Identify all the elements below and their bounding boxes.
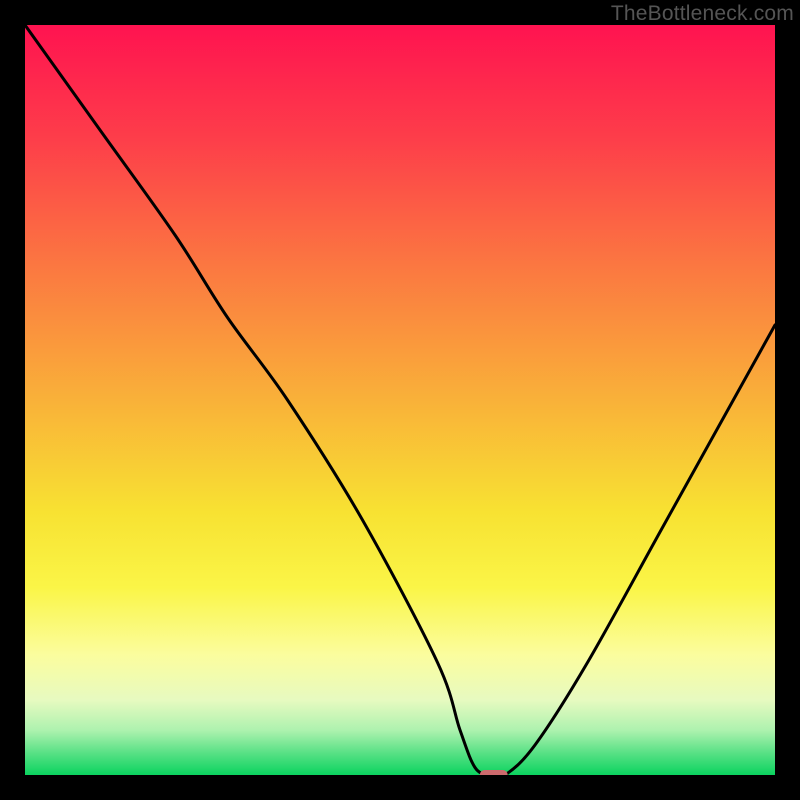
watermark-label: TheBottleneck.com — [611, 2, 794, 26]
optimal-marker — [480, 770, 508, 775]
gradient-background — [25, 25, 775, 775]
bottleneck-chart — [25, 25, 775, 775]
chart-frame: TheBottleneck.com — [0, 0, 800, 800]
